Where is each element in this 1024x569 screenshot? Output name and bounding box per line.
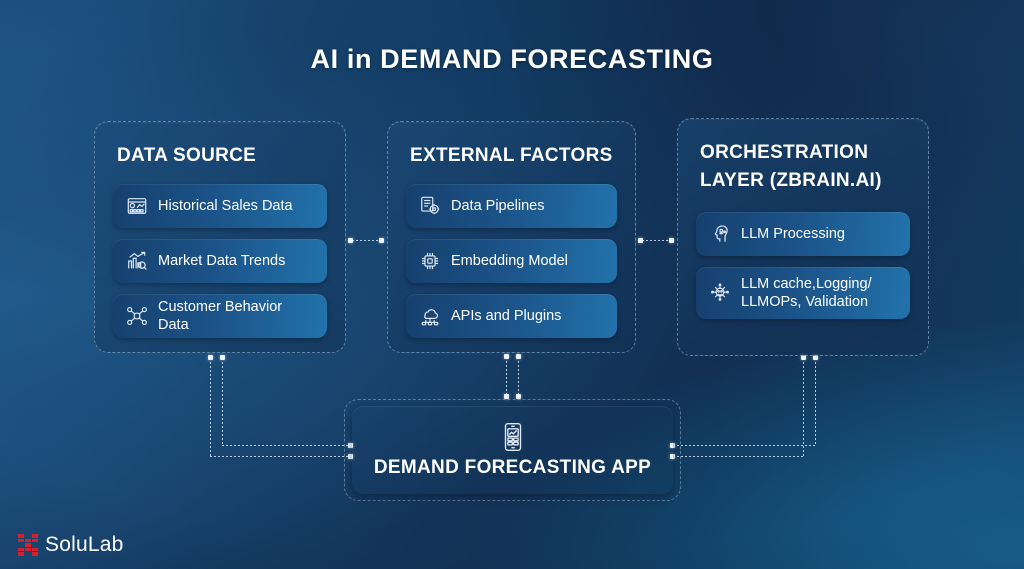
chip-llm-cache-logging-llmops-validation[interactable]: LLM cache,Logging/ LLMOPs, Validation — [696, 267, 910, 319]
chip-historical-sales-data[interactable]: Historical Sales Data — [113, 184, 327, 228]
solulab-logo: SoluLab — [18, 533, 123, 557]
chip-label: LLM Processing — [741, 225, 845, 242]
panel-title-data-source: DATA SOURCE — [117, 145, 257, 166]
data-pipeline-icon — [418, 194, 442, 218]
chip-label: Data Pipelines — [451, 197, 545, 214]
chip-label: Historical Sales Data — [158, 197, 293, 214]
dashboard-chart-icon — [125, 194, 149, 218]
chip-list-external-factors: Data Pipelines Embedding Model APIs and … — [406, 184, 617, 349]
solulab-pixel-mark-icon — [18, 534, 38, 556]
chip-market-data-trends[interactable]: Market Data Trends — [113, 239, 327, 283]
solulab-logo-text: SoluLab — [45, 533, 124, 556]
mobile-forecast-app-icon — [500, 422, 526, 452]
demand-forecasting-app-box[interactable]: DEMAND FORECASTING APP — [352, 406, 673, 494]
llm-head-icon — [708, 222, 732, 246]
chip-label: Embedding Model — [451, 252, 568, 269]
panel-data-source: DATA SOURCE Historical Sales Data Market… — [94, 121, 346, 353]
chip-customer-behavior-data[interactable]: Customer Behavior Data — [113, 294, 327, 338]
chip-label: APIs and Plugins — [451, 307, 562, 324]
panel-title-orchestration-layer: ORCHESTRATION LAYER (ZBRAIN.AI) — [700, 142, 882, 191]
chip-list-orchestration-layer: LLM Processing LLM cache,Logging/ LLMOPs… — [696, 212, 910, 330]
panel-external-factors: EXTERNAL FACTORS Data Pipelines Embeddin… — [387, 121, 636, 353]
demand-forecasting-app-label: DEMAND FORECASTING APP — [373, 456, 652, 478]
chip-label: Market Data Trends — [158, 252, 286, 269]
chip-apis-and-plugins[interactable]: APIs and Plugins — [406, 294, 617, 338]
chip-label: LLM cache,Logging/ LLMOPs, Validation — [741, 275, 872, 310]
chip-embedding-icon — [418, 249, 442, 273]
customer-behavior-icon — [125, 304, 149, 328]
chip-llm-processing[interactable]: LLM Processing — [696, 212, 910, 256]
chip-data-pipelines[interactable]: Data Pipelines — [406, 184, 617, 228]
llm-ops-icon — [708, 281, 732, 305]
panel-orchestration-layer: ORCHESTRATION LAYER (ZBRAIN.AI) LLM Proc… — [677, 118, 929, 356]
api-cloud-icon — [418, 304, 442, 328]
panel-title-external-factors: EXTERNAL FACTORS — [410, 145, 613, 166]
market-trend-icon — [125, 249, 149, 273]
chip-list-data-source: Historical Sales Data Market Data Trends — [113, 184, 327, 349]
diagram-title: AI in DEMAND FORECASTING — [310, 44, 714, 74]
diagram-canvas: AI in DEMAND FORECASTING DATA SOURCE His… — [0, 0, 1024, 569]
chip-label: Customer Behavior Data — [158, 298, 283, 333]
chip-embedding-model[interactable]: Embedding Model — [406, 239, 617, 283]
